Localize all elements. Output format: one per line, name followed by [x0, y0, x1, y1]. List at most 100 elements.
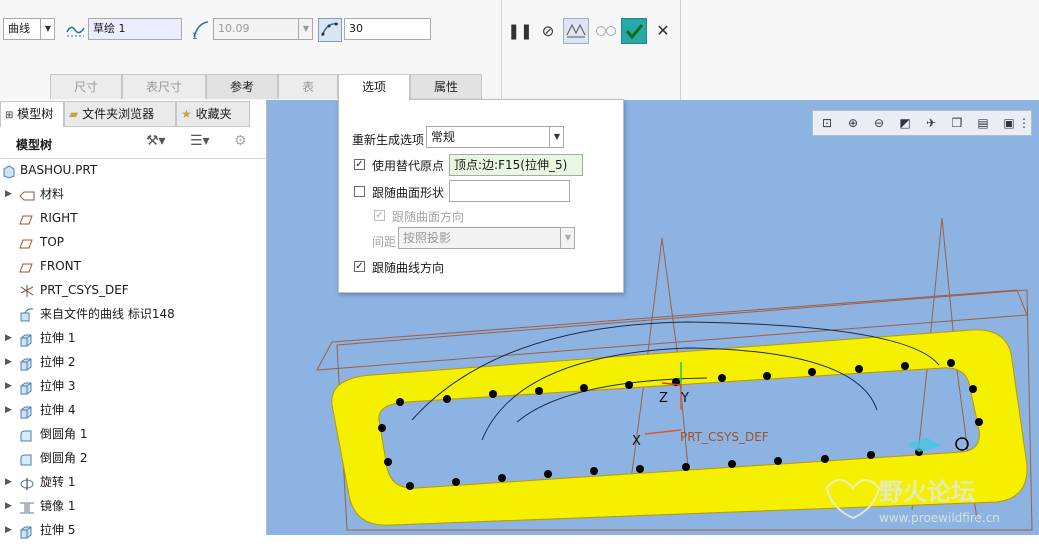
length-dropdown[interactable]: 10.09 ▼	[213, 18, 313, 40]
tab-references[interactable]: 参考	[206, 74, 278, 99]
tree-item[interactable]: RIGHT	[0, 206, 266, 230]
regen-dropdown[interactable]: 常规 ▼	[426, 126, 564, 148]
use-alt-origin-checkbox[interactable]: ✓	[354, 159, 365, 170]
follow-curve-dir-label: 跟随曲线方向	[372, 261, 445, 275]
settings-icon[interactable]: ⚒▾	[146, 133, 166, 149]
sketch-field[interactable]: 草绘 1	[88, 18, 182, 40]
expand-arrow-icon[interactable]: ▶	[5, 326, 15, 350]
tree-item[interactable]: ▶ 镜像 1	[0, 494, 266, 518]
tree-item-label: 拉伸 1	[40, 331, 76, 345]
tree-item[interactable]: 倒圆角 1	[0, 422, 266, 446]
curve-point[interactable]	[636, 465, 644, 473]
curve-point[interactable]	[378, 424, 386, 432]
surface-collector[interactable]	[449, 180, 570, 202]
curve-point[interactable]	[901, 362, 909, 370]
tab-model-tree[interactable]: ⊞ 模型树	[0, 101, 64, 127]
zoom-out-icon[interactable]: ⊖	[870, 114, 888, 132]
expand-arrow-icon[interactable]: ▶	[5, 374, 15, 398]
expand-arrow-icon[interactable]: ▶	[5, 350, 15, 374]
tree-item-label: BASHOU.PRT	[20, 163, 98, 177]
curve-point[interactable]	[396, 398, 404, 406]
verify-glasses-button[interactable]	[593, 18, 619, 44]
expand-arrow-icon[interactable]: ▶	[5, 398, 15, 422]
curve-point[interactable]	[590, 467, 598, 475]
curve-point[interactable]	[867, 451, 875, 459]
sketch-name: 草绘 1	[93, 22, 126, 35]
saved-views-icon[interactable]: ▤	[974, 114, 992, 132]
curve-point[interactable]	[774, 457, 782, 465]
more-icon[interactable]: ⋮	[1018, 114, 1030, 132]
curve-point[interactable]	[535, 387, 543, 395]
filter-icon[interactable]: ⚙	[234, 133, 247, 149]
follow-curve-dir-checkbox[interactable]: ✓	[354, 261, 365, 272]
spacing-dropdown[interactable]: 按照投影 ▼	[398, 227, 575, 249]
svg-text:1: 1	[192, 32, 198, 41]
tree-item[interactable]: ▶ 旋转 1	[0, 470, 266, 494]
curve-point[interactable]	[498, 474, 506, 482]
preview-button[interactable]	[563, 18, 589, 44]
alt-origin-collector[interactable]: 顶点:边:F15(拉伸_5)	[449, 154, 583, 176]
display-style-icon[interactable]: ❒	[948, 114, 966, 132]
tab-dimensions[interactable]: 尺寸	[50, 74, 122, 99]
reorient-icon[interactable]: ✈	[922, 114, 940, 132]
curve-point[interactable]	[384, 458, 392, 466]
curve-point[interactable]	[682, 463, 690, 471]
curve-point[interactable]	[763, 372, 771, 380]
favorites-icon: ★	[181, 107, 192, 121]
curve-point[interactable]	[718, 374, 726, 382]
curve-point[interactable]	[947, 359, 955, 367]
curve-type-dropdown[interactable]: 曲线 ▼	[3, 18, 55, 40]
tree-item[interactable]: BASHOU.PRT	[0, 158, 266, 182]
origin-point-marker[interactable]	[955, 437, 969, 451]
curve-point[interactable]	[544, 470, 552, 478]
curve-point[interactable]	[728, 460, 736, 468]
curve-point[interactable]	[855, 365, 863, 373]
tree-item[interactable]: ▶ 材料	[0, 182, 266, 206]
curve-point[interactable]	[452, 478, 460, 486]
expand-arrow-icon[interactable]: ▶	[5, 182, 15, 206]
tab-options[interactable]: 选项	[338, 74, 410, 101]
show-menu-icon[interactable]: ☰▾	[190, 133, 210, 149]
tree-item[interactable]: TOP	[0, 230, 266, 254]
curve-point[interactable]	[625, 381, 633, 389]
tree-item[interactable]: FRONT	[0, 254, 266, 278]
curve-point[interactable]	[580, 384, 588, 392]
follow-surface-shape-checkbox[interactable]	[354, 186, 365, 197]
curve-point[interactable]	[969, 385, 977, 393]
curve-point[interactable]	[975, 418, 983, 426]
curve-point[interactable]	[489, 390, 497, 398]
tab-favorites[interactable]: ★ 收藏夹	[176, 101, 250, 127]
tab-label: 尺寸	[73, 80, 98, 94]
cancel-button[interactable]: ✕	[650, 18, 676, 44]
curve-point[interactable]	[808, 368, 816, 376]
expand-arrow-icon[interactable]: ▶	[5, 518, 15, 542]
confirm-button[interactable]	[621, 18, 647, 44]
curve-point[interactable]	[406, 482, 414, 490]
zoom-fit-icon[interactable]: ⊡	[818, 114, 836, 132]
point-count-input[interactable]: 30	[344, 18, 431, 40]
no-preview-button[interactable]: ⊘	[535, 18, 561, 44]
tree-item[interactable]: ▶ 拉伸 4	[0, 398, 266, 422]
curve-point[interactable]	[443, 395, 451, 403]
repaint-icon[interactable]: ◩	[896, 114, 914, 132]
expand-arrow-icon[interactable]: ▶	[5, 494, 15, 518]
curve-point[interactable]	[821, 455, 829, 463]
material-icon	[19, 187, 35, 201]
point-count-toggle[interactable]	[318, 18, 342, 42]
tree-item[interactable]: 倒圆角 2	[0, 446, 266, 470]
follow-surface-dir-checkbox[interactable]: ✓	[374, 210, 385, 221]
zoom-in-icon[interactable]: ⊕	[844, 114, 862, 132]
tree-item[interactable]: 来自文件的曲线 标识148	[0, 302, 266, 326]
tree-item[interactable]: PRT_CSYS_DEF	[0, 278, 266, 302]
view-manager-icon[interactable]: ▣	[1000, 114, 1018, 132]
tree-item[interactable]: ▶ 拉伸 2	[0, 350, 266, 374]
tab-table[interactable]: 表	[278, 74, 338, 99]
tab-properties[interactable]: 属性	[410, 74, 482, 99]
tree-item[interactable]: ▶ 拉伸 1	[0, 326, 266, 350]
expand-arrow-icon[interactable]: ▶	[5, 470, 15, 494]
pause-button[interactable]: ❚❚	[507, 18, 533, 44]
tree-item[interactable]: ▶ 拉伸 5	[0, 518, 266, 542]
tree-item[interactable]: ▶ 拉伸 3	[0, 374, 266, 398]
tab-table-dimensions[interactable]: 表尺寸	[122, 74, 206, 99]
tab-folder-browser[interactable]: ▰ 文件夹浏览器	[64, 101, 176, 127]
